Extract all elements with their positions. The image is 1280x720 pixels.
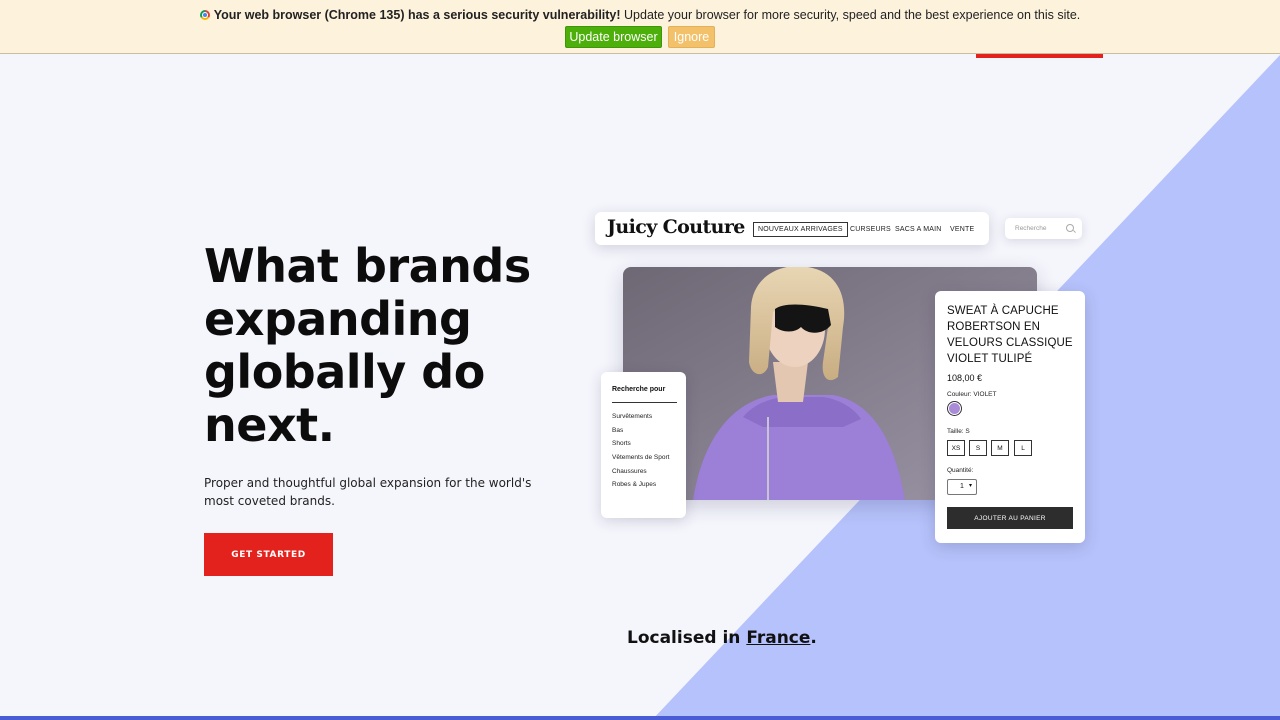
localised-suffix: .	[810, 628, 817, 648]
nav-nouveaux-arrivages[interactable]: NOUVEAUX ARRIVAGES	[753, 222, 848, 237]
store-search-input[interactable]: Recherche	[1005, 218, 1082, 239]
product-price: 108,00 €	[947, 373, 983, 383]
chevron-down-icon: ▾	[969, 483, 973, 489]
get-started-button[interactable]: GET STARTED	[204, 533, 333, 576]
search-placeholder: Recherche	[1015, 225, 1047, 232]
product-card: SWEAT À CAPUCHE ROBERTSON EN VELOURS CLA…	[935, 291, 1085, 543]
country-link[interactable]: France	[746, 628, 810, 648]
localised-heading: Localised in France.	[627, 628, 817, 648]
filter-title: Recherche pour	[612, 386, 666, 393]
hero-subtitle: Proper and thoughtful global expansion f…	[204, 476, 532, 508]
update-browser-button[interactable]: Update browser	[565, 26, 662, 48]
filter-item-bas[interactable]: Bas	[612, 427, 669, 441]
filter-item-vetements-de-sport[interactable]: Vêtements de Sport	[612, 454, 669, 468]
browser-warning-text: Your web browser (Chrome 135) has a seri…	[0, 8, 1280, 22]
size-xs-button[interactable]: XS	[947, 440, 965, 456]
localised-prefix: Localised in	[627, 628, 747, 648]
filter-divider	[612, 402, 677, 403]
filter-item-chaussures[interactable]: Chaussures	[612, 468, 669, 482]
search-icon	[1066, 224, 1074, 232]
quantity-select[interactable]: 1 ▾	[947, 479, 977, 495]
nav-curseurs[interactable]: CURSEURS	[850, 226, 891, 233]
swatch-fill	[949, 403, 960, 414]
nav-accent-strip	[976, 54, 1103, 58]
store-nav-bar: Juicy Couture NOUVEAUX ARRIVAGES CURSEUR…	[595, 212, 989, 245]
ignore-button[interactable]: Ignore	[668, 26, 715, 48]
color-swatch-violet[interactable]	[947, 401, 962, 416]
bottom-divider	[0, 716, 1280, 720]
browser-warning-bar: Your web browser (Chrome 135) has a seri…	[0, 0, 1280, 54]
filter-list: Survêtements Bas Shorts Vêtements de Spo…	[612, 413, 669, 495]
chrome-icon	[199, 10, 210, 20]
size-s-button[interactable]: S	[969, 440, 987, 456]
color-label: Couleur: VIOLET	[947, 391, 997, 398]
size-m-button[interactable]: M	[991, 440, 1009, 456]
juicy-couture-logo: Juicy Couture	[607, 216, 745, 238]
hero-title: What brands expanding globally do next.	[204, 239, 531, 452]
quantity-label: Quantité:	[947, 467, 974, 474]
filter-item-robes-jupes[interactable]: Robes & Jupes	[612, 481, 669, 495]
size-label: Taille: S	[947, 428, 970, 435]
filter-item-survetements[interactable]: Survêtements	[612, 413, 669, 427]
nav-sacs-a-main[interactable]: SACS A MAIN	[895, 226, 942, 233]
warning-text: Update your browser for more security, s…	[620, 8, 1081, 22]
nav-vente[interactable]: VENTE	[950, 226, 974, 233]
product-name: SWEAT À CAPUCHE ROBERTSON EN VELOURS CLA…	[947, 305, 1073, 365]
warning-bold-text: Your web browser (Chrome 135) has a seri…	[213, 8, 621, 22]
add-to-cart-button[interactable]: AJOUTER AU PANIER	[947, 507, 1073, 529]
quantity-value: 1	[960, 483, 964, 490]
filter-panel: Recherche pour Survêtements Bas Shorts V…	[601, 372, 686, 518]
filter-item-shorts[interactable]: Shorts	[612, 440, 669, 454]
size-l-button[interactable]: L	[1014, 440, 1032, 456]
